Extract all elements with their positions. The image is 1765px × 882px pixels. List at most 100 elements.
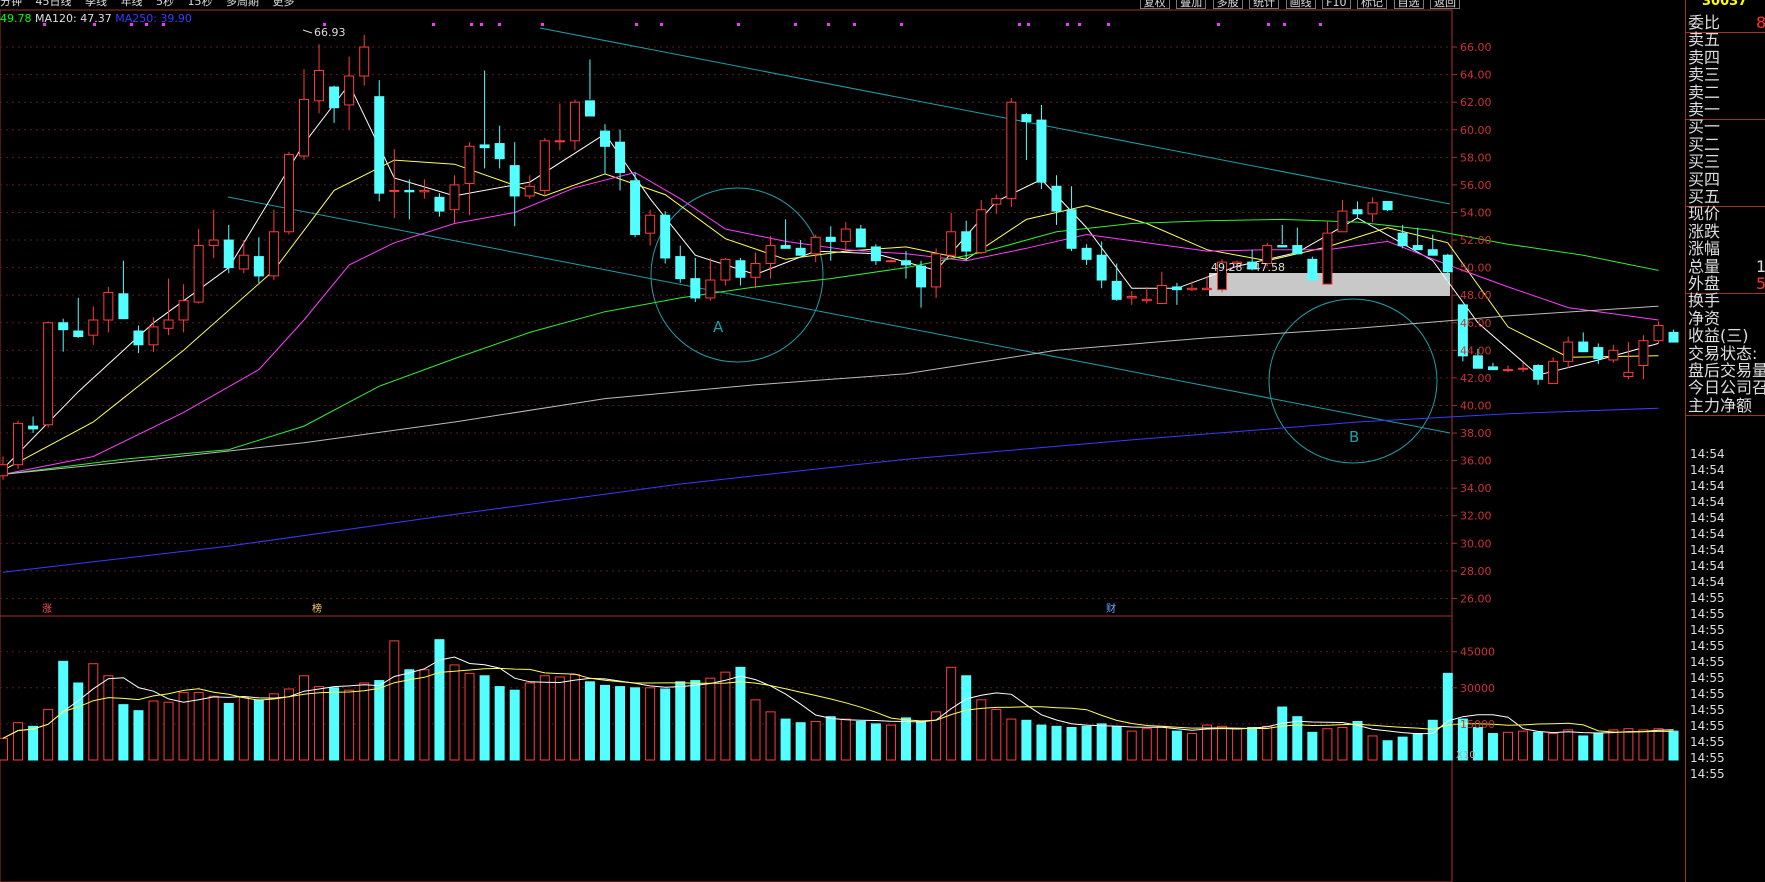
candle-body <box>1653 325 1664 342</box>
candle-down <box>1487 362 1498 371</box>
candle-up <box>1322 220 1333 285</box>
volume-bar <box>1096 723 1107 761</box>
lower-trend-line <box>227 196 1451 434</box>
candle-down <box>630 172 641 238</box>
candle-down <box>1292 227 1303 255</box>
volume-bar <box>419 669 430 761</box>
candle-body <box>1307 258 1318 281</box>
quote-field-label: 收益(三) <box>1688 326 1749 346</box>
quote-field-label: 外盘 <box>1688 274 1721 293</box>
volume-bar <box>359 682 370 761</box>
candle-body <box>1006 101 1017 200</box>
candle-body <box>58 322 69 331</box>
candle-body <box>494 143 505 160</box>
quote-field-label: 涨跌 <box>1688 221 1721 241</box>
candle-body <box>1623 371 1634 378</box>
candle-up <box>359 34 370 86</box>
candle-body <box>1472 355 1483 369</box>
signal-dot <box>853 23 856 26</box>
candle-down <box>1096 241 1107 289</box>
volume-bar <box>1202 724 1212 761</box>
candle-body <box>1578 341 1589 353</box>
trade-time: 14:55 <box>1690 591 1725 605</box>
candle-body <box>1427 249 1438 256</box>
candle-up <box>810 234 821 263</box>
candle-body <box>1593 347 1604 360</box>
price-tick-label: 32.00 <box>1460 510 1492 523</box>
quote-field-label: 涨幅 <box>1688 239 1721 259</box>
candle-up <box>178 284 189 333</box>
volume-bar <box>1518 730 1529 761</box>
volume-bar <box>1051 725 1062 761</box>
candle-body <box>1352 209 1363 215</box>
candle-body <box>1638 340 1649 366</box>
volume-bar <box>43 708 54 761</box>
quote-field-label: 卖三 <box>1688 65 1721 85</box>
candle-body <box>1608 349 1619 361</box>
candle-down <box>73 297 84 338</box>
stock-chart[interactable]: 26.00 28.00 30.00 32.00 34.00 36.00 38.00 40.00… <box>0 0 1685 882</box>
volume-bar <box>389 640 400 761</box>
candle-down <box>1111 263 1122 301</box>
volume-bar <box>329 687 340 761</box>
volume-bar <box>675 681 686 761</box>
candle-body <box>268 231 279 277</box>
quote-field-label: 卖二 <box>1688 82 1721 102</box>
signal-dot <box>162 23 165 26</box>
candle-body <box>1111 280 1122 300</box>
candle-body <box>299 98 309 157</box>
candle-body <box>163 319 174 329</box>
volume-bar <box>885 724 896 761</box>
candle-up <box>946 212 957 260</box>
candle-up <box>1156 271 1167 304</box>
signal-dot <box>130 23 133 26</box>
volume-bar <box>133 710 144 761</box>
ma120-line <box>2 305 1659 475</box>
volume-bar <box>509 689 520 761</box>
candle-up <box>1006 98 1017 207</box>
candle-down <box>494 125 505 169</box>
trade-time: 14:55 <box>1690 767 1725 781</box>
signal-dot <box>93 23 96 26</box>
candle-body <box>88 319 99 336</box>
quote-field-label: 换手 <box>1688 291 1721 311</box>
candle-up <box>1367 197 1378 223</box>
volume-bar <box>13 722 24 761</box>
candle-up <box>840 222 851 252</box>
volume-bar <box>1111 725 1122 761</box>
volume-bar <box>1668 730 1679 761</box>
volume-bar <box>690 680 701 761</box>
candle-down <box>223 224 234 274</box>
candle-up <box>419 179 430 199</box>
candle-body <box>1021 114 1032 122</box>
trade-time: 14:55 <box>1690 719 1725 733</box>
candle-up <box>991 194 1002 214</box>
candle-body <box>1141 298 1152 302</box>
candle-down <box>118 260 129 320</box>
candle-body <box>238 254 249 270</box>
candle-body <box>103 291 114 321</box>
candle-down <box>434 193 445 217</box>
candle-down <box>735 257 746 286</box>
candle-body <box>0 464 8 477</box>
volume-bar <box>1412 733 1423 761</box>
candle-up <box>1653 321 1664 344</box>
candle-up <box>976 200 987 254</box>
volume-bar <box>795 722 806 761</box>
candle-body <box>630 180 641 236</box>
candle-down <box>855 224 866 248</box>
price-tick-label: 42.00 <box>1460 372 1492 385</box>
signal-dot <box>1018 23 1021 26</box>
candle-body <box>660 214 671 259</box>
candle-body <box>1066 209 1077 249</box>
volume-bar <box>88 663 99 761</box>
quote-field-label: 买五 <box>1688 187 1721 206</box>
volume-bar <box>299 675 309 761</box>
quote-field-label: 卖四 <box>1688 47 1721 67</box>
candle-body <box>750 262 761 278</box>
quote-field-value: 1 <box>1756 257 1765 276</box>
trade-time: 14:55 <box>1690 751 1725 765</box>
volume-bar <box>840 718 851 761</box>
candle-up <box>268 209 279 281</box>
candle-body <box>1487 366 1498 371</box>
